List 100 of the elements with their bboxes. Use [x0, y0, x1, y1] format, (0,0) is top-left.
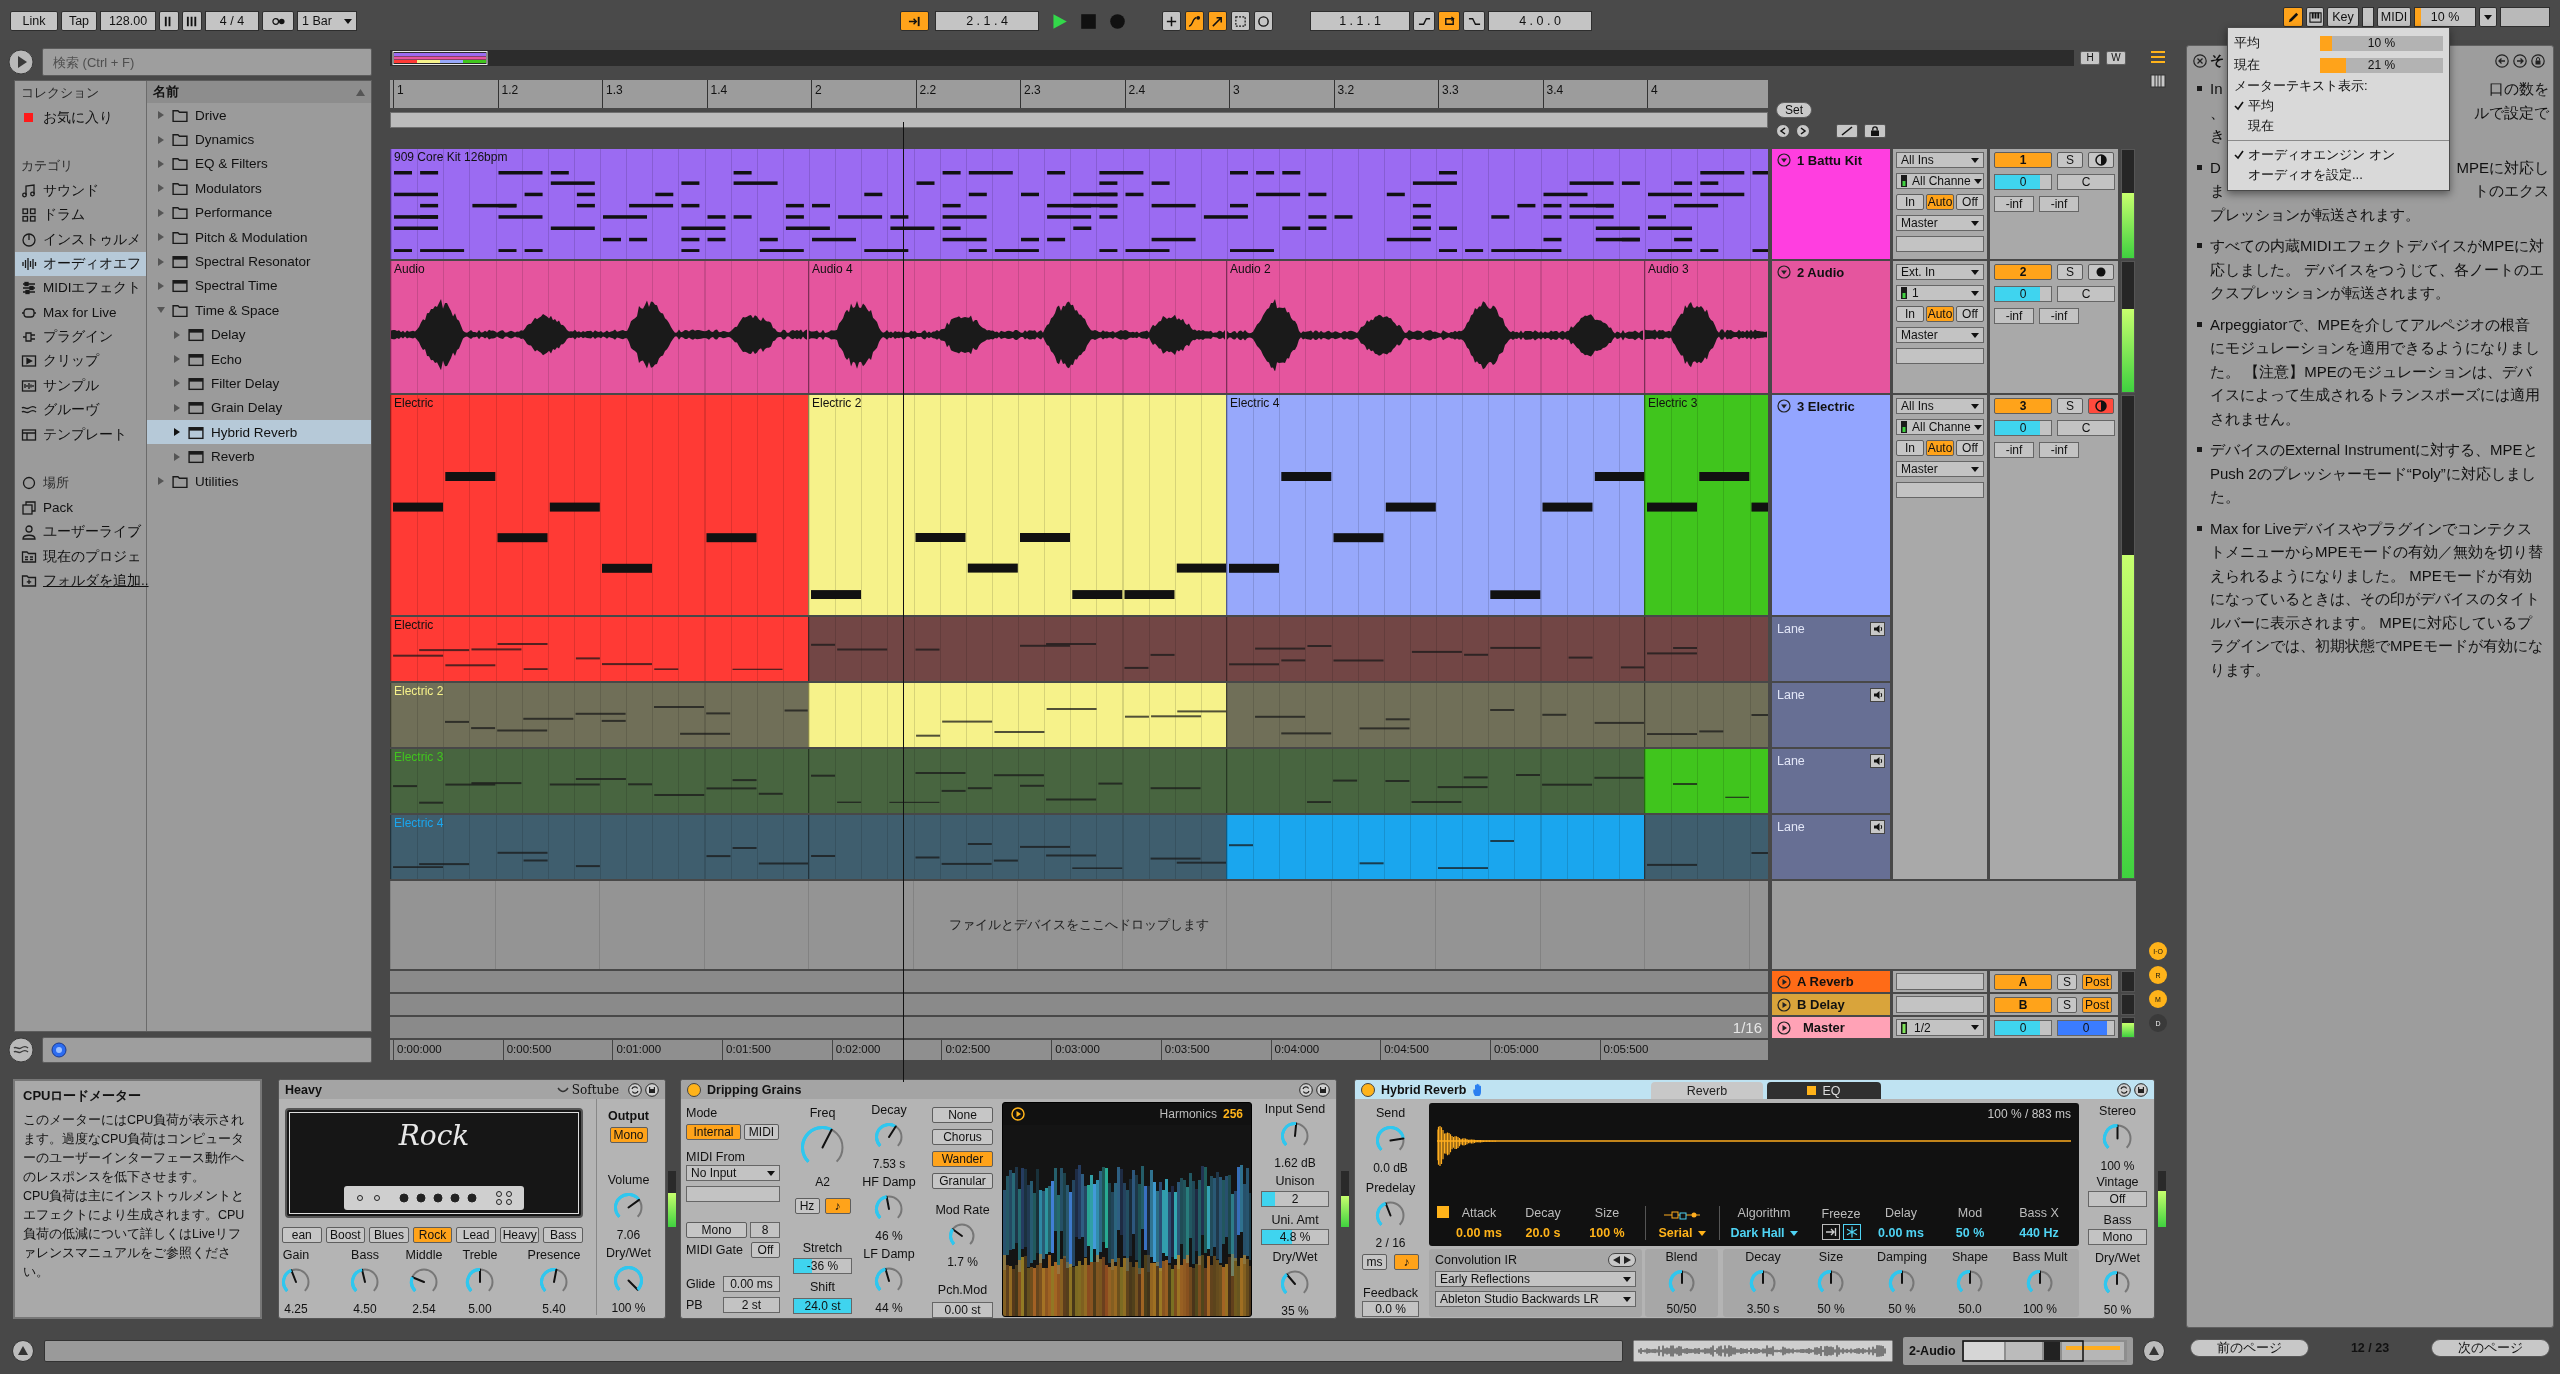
browser-item[interactable]: Hybrid Reverb [147, 420, 371, 445]
collapse-arrow-icon[interactable] [157, 306, 165, 315]
voices-field[interactable]: 8 [750, 1222, 780, 1238]
output-dropdown[interactable]: Master [1896, 461, 1984, 477]
input-type-dropdown[interactable]: All Ins [1896, 152, 1984, 168]
save-icon[interactable] [2134, 1082, 2148, 1097]
browser-item[interactable]: Performance [147, 200, 371, 225]
feedback-field[interactable]: 0.0 % [1362, 1301, 1419, 1317]
amp-type-button[interactable]: ean [282, 1227, 322, 1243]
browser-item[interactable]: Spectral Resonator [147, 249, 371, 274]
modulation-type-button[interactable]: Chorus [932, 1129, 993, 1145]
track-header[interactable]: 3 Electric [1772, 395, 1890, 615]
output-channel-field[interactable] [1896, 482, 1984, 498]
peak-level-field[interactable]: -inf [1994, 196, 2034, 212]
menu-item[interactable]: 平均 [2228, 96, 2449, 116]
track-header[interactable]: 1 Battu Kit [1772, 149, 1890, 259]
output-channel-field[interactable] [1896, 236, 1984, 252]
modulation-type-button[interactable]: Granular [932, 1173, 993, 1189]
lane-header[interactable]: Lane [1772, 617, 1890, 681]
arrangement-overview[interactable] [390, 50, 2074, 66]
browser-item[interactable]: Dynamics [147, 127, 371, 152]
sidebar-item[interactable]: Max for Live [15, 300, 146, 325]
punch-in-button[interactable] [1413, 11, 1435, 31]
post-button[interactable]: Post [2082, 996, 2112, 1013]
track-activator-button[interactable]: 1 [1994, 152, 2052, 168]
pitch-bend-field[interactable]: 2 st [723, 1297, 780, 1313]
ir-category-dropdown[interactable]: Early Reflections [1435, 1271, 1636, 1287]
device-title-bar[interactable]: Dripping Grains [681, 1080, 1336, 1099]
solo-button[interactable]: S [2057, 398, 2083, 414]
browser-item[interactable]: Filter Delay [147, 371, 371, 396]
algorithm-dropdown[interactable]: Dark Hall [1730, 1226, 1798, 1240]
wave-circle-icon[interactable] [8, 1037, 34, 1063]
previous-page-button[interactable]: 前のページ [2190, 1339, 2309, 1357]
quantization-dropdown[interactable]: 1 Bar [297, 11, 357, 31]
back-arrow-icon[interactable] [2495, 54, 2509, 68]
track-header[interactable]: 2 Audio [1772, 261, 1890, 393]
speaker-button[interactable] [1870, 820, 1885, 834]
amp-type-button[interactable]: Bass [543, 1227, 584, 1243]
lane-header[interactable]: Lane [1772, 749, 1890, 813]
unit-button[interactable]: ms [1362, 1254, 1387, 1270]
pan-field[interactable]: C [2057, 420, 2115, 436]
time-ruler[interactable]: 0:00:000 0:00:500 0:01:000 0:01:500 0:02:000 0:02:500 0:03:000 0:03:500 0:04:000 0:04:500 0:05:000 0:05:500 [390, 1040, 1768, 1060]
midi-map-button[interactable]: MIDI [2377, 7, 2411, 27]
tab[interactable]: EQ [1767, 1082, 1881, 1099]
draw-line-button[interactable] [1836, 124, 1858, 138]
mono-button[interactable]: Mono [686, 1222, 747, 1238]
set-button[interactable]: Set [1776, 102, 1812, 118]
midi-clip[interactable]: Electric [390, 395, 808, 615]
monitor-button[interactable]: In [1896, 194, 1924, 210]
track-activator-button[interactable]: 2 [1994, 264, 2052, 280]
output-dropdown[interactable]: Master [1896, 215, 1984, 231]
track-activator-button[interactable]: A [1994, 973, 2052, 990]
link-button[interactable]: Link [10, 11, 58, 31]
peak-level-field[interactable]: -inf [1994, 308, 2034, 324]
volume-slider[interactable]: 0 [1994, 174, 2052, 190]
forward-arrow-icon[interactable] [2513, 54, 2527, 68]
arm-button[interactable] [2088, 398, 2114, 414]
song-position-field[interactable]: 2 . 1 . 4 [935, 11, 1039, 31]
audio-clip[interactable]: Audio 3 [1644, 261, 1768, 393]
session-record-button[interactable] [1254, 11, 1273, 31]
track-header[interactable]: Master [1772, 1017, 1890, 1038]
midi-clip[interactable]: 909 Core Kit 126bpm [390, 149, 1768, 259]
browser-item[interactable]: Time & Space [147, 298, 371, 323]
sidebar-item[interactable]: お気に入り [15, 105, 146, 130]
amp-type-button[interactable]: Blues [369, 1227, 409, 1243]
arm-button[interactable] [2088, 152, 2114, 168]
device-activator[interactable] [1361, 1082, 1375, 1097]
menu-item[interactable]: オーディオエンジン オン [2228, 145, 2449, 165]
left-triangle-icon[interactable] [1613, 1256, 1620, 1264]
loop-bar[interactable] [390, 112, 1768, 128]
track-header[interactable]: A Reverb [1772, 971, 1890, 992]
sidebar-item[interactable]: グルーヴ [15, 398, 146, 423]
take-segment[interactable]: Electric [390, 617, 808, 681]
capture-button[interactable] [1231, 11, 1250, 31]
pan-field[interactable]: C [2057, 174, 2115, 190]
speaker-button[interactable] [1870, 754, 1885, 768]
sidebar-item[interactable]: インストゥルメ [15, 227, 146, 252]
browser-item[interactable]: Grain Delay [147, 395, 371, 421]
nudge-button[interactable] [182, 11, 202, 31]
right-triangle-icon[interactable] [1624, 1256, 1631, 1264]
target-icon[interactable] [51, 1042, 67, 1058]
midi-clip[interactable]: Electric 3 [1644, 395, 1768, 615]
nudge-button[interactable] [159, 11, 179, 31]
circular-arrows-icon[interactable] [2117, 1082, 2131, 1097]
save-icon[interactable] [645, 1082, 659, 1097]
monitor-button[interactable]: Auto [1926, 306, 1954, 322]
device-chain-overview[interactable] [1961, 1340, 2127, 1362]
lane-header[interactable]: Lane [1772, 815, 1890, 879]
amp-type-button[interactable]: Rock [412, 1227, 453, 1243]
modulation-type-button[interactable]: None [932, 1107, 993, 1123]
circular-arrows-icon[interactable] [628, 1082, 642, 1097]
next-page-button[interactable]: 次のページ [2431, 1339, 2550, 1357]
input-channel-dropdown[interactable]: All Channe [1896, 419, 1984, 435]
amp-type-button[interactable]: Heavy [499, 1227, 540, 1243]
browser-item[interactable]: Drive [147, 103, 371, 128]
menu-item[interactable]: オーディオを設定... [2228, 165, 2449, 185]
tap-button[interactable]: Tap [61, 11, 97, 31]
volume-slider[interactable]: 0 [1994, 286, 2052, 302]
overdub-button[interactable] [1162, 11, 1181, 31]
draw-mode-button[interactable] [2283, 7, 2303, 27]
